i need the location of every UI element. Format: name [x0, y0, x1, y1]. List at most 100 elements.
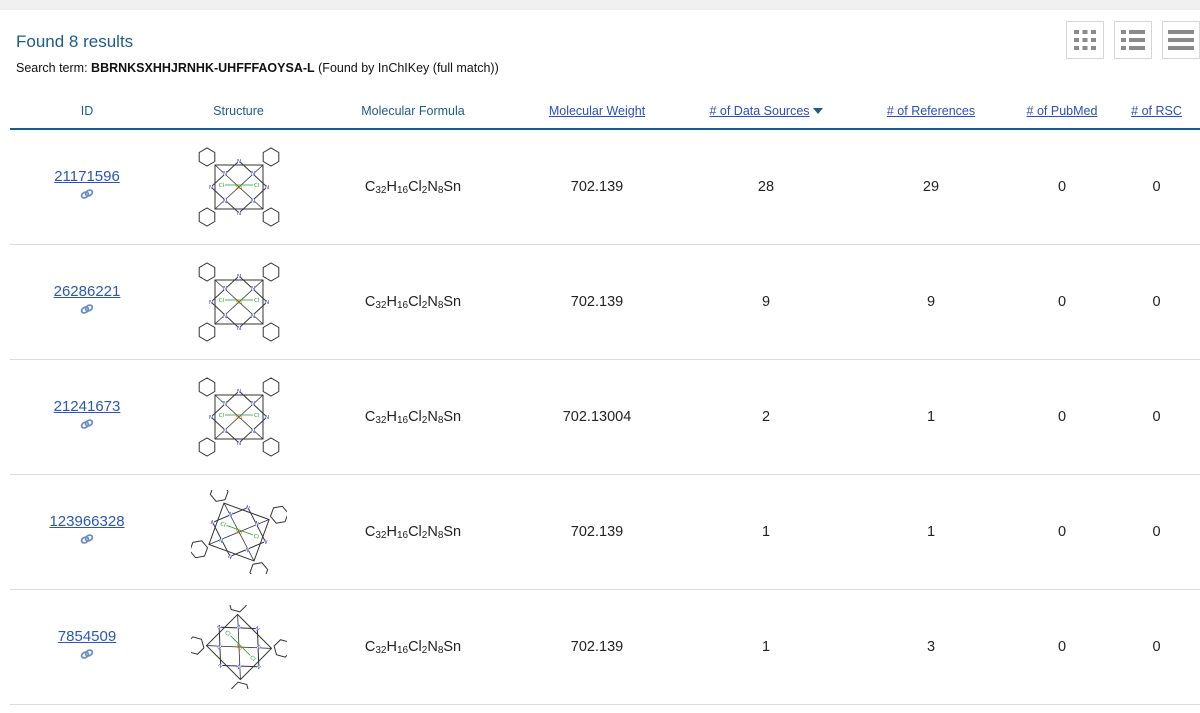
svg-text:Sn: Sn [234, 529, 243, 537]
svg-text:N: N [236, 274, 240, 280]
cell-id: 7854509 [10, 589, 164, 705]
svg-text:Cl: Cl [254, 413, 260, 419]
molecule-structure-icon: NNNNNNNNClClSn [190, 490, 287, 574]
cell-pubmed: 0 [1011, 359, 1113, 475]
chain-link-icon[interactable] [80, 188, 94, 200]
svg-text:Cl: Cl [219, 521, 227, 529]
svg-text:Cl: Cl [223, 630, 231, 638]
svg-text:N: N [234, 664, 241, 671]
cell-references: 9 [851, 244, 1011, 360]
list-view-button[interactable] [1114, 21, 1152, 59]
cell-references: 1 [851, 359, 1011, 475]
svg-text:Sn: Sn [235, 300, 242, 306]
svg-text:Cl: Cl [248, 655, 256, 663]
chain-link-icon[interactable] [80, 303, 94, 315]
svg-text:N: N [226, 554, 232, 561]
svg-text:N: N [250, 286, 254, 292]
list-view-icon [1121, 30, 1145, 50]
column-header-weight[interactable]: Molecular Weight [513, 93, 681, 130]
svg-text:Cl: Cl [254, 183, 260, 189]
table-row: 26286221 N N N N N N N N Cl Cl Sn C32H16Cl2N8Sn 702.1… [10, 244, 1200, 360]
svg-text:Sn: Sn [235, 185, 242, 191]
svg-text:N: N [214, 644, 221, 651]
svg-text:N: N [222, 199, 226, 205]
molecule-structure-icon: NNNNNNNNClClSn [198, 377, 279, 457]
svg-text:N: N [227, 511, 233, 518]
compound-id-link[interactable]: 7854509 [10, 628, 164, 645]
svg-text:N: N [262, 539, 268, 546]
svg-text:Cl: Cl [218, 413, 224, 419]
chain-link-icon[interactable] [80, 648, 94, 660]
svg-text:N: N [264, 415, 268, 421]
cell-pubmed: 0 [1011, 474, 1113, 590]
chain-link-icon[interactable] [80, 533, 94, 545]
results-count-title: Found 8 results [16, 32, 134, 51]
cell-structure[interactable]: N N N N N N N N Cl Cl Sn [164, 129, 313, 245]
svg-text:N: N [222, 171, 226, 177]
cell-pubmed: 0 [1011, 129, 1113, 245]
table-row: 21241673 N N N N N N N N Cl Cl Sn C32H16Cl2N8Sn 702.1… [10, 359, 1200, 475]
cell-references: 1 [851, 474, 1011, 590]
column-header-data-sources[interactable]: # of Data Sources [681, 93, 851, 130]
cell-rsc: 0 [1113, 589, 1200, 705]
cell-weight: 702.13004 [513, 359, 681, 475]
grid-view-button[interactable] [1066, 21, 1104, 59]
compound-id-link[interactable]: 26286221 [10, 283, 164, 300]
cell-rsc: 0 [1113, 129, 1200, 245]
cell-formula: C32H16Cl2N8Sn [313, 589, 513, 705]
cell-data-sources: 1 [681, 589, 851, 705]
cell-id: 26286221 [10, 244, 164, 360]
svg-text:Sn: Sn [235, 415, 242, 421]
cell-formula: C32H16Cl2N8Sn [313, 129, 513, 245]
svg-text:N: N [234, 624, 241, 631]
cell-data-sources: 28 [681, 129, 851, 245]
svg-text:Cl: Cl [218, 183, 224, 189]
cell-structure[interactable]: N N N N N N N N Cl Cl Sn [164, 244, 313, 360]
cell-structure[interactable]: N N N N N N N N Cl Cl Sn [164, 589, 313, 705]
cell-weight: 702.139 [513, 474, 681, 590]
cell-structure[interactable]: N N N N N N N N Cl Cl Sn [164, 474, 313, 590]
molecule-structure-icon: NNNNNNNNClClSn [198, 147, 279, 227]
table-row: 21171596 N N N N N N N N Cl Cl Sn C32H16Cl2N8Sn 702.1… [10, 129, 1200, 245]
compound-id-link[interactable]: 21171596 [10, 168, 164, 185]
svg-text:N: N [222, 429, 226, 435]
molecule-structure-icon: NNNNNNNNClClSn [190, 605, 287, 689]
svg-text:N: N [236, 326, 240, 332]
svg-text:N: N [222, 286, 226, 292]
cell-structure[interactable]: N N N N N N N N Cl Cl Sn [164, 359, 313, 475]
chain-link-icon[interactable] [80, 418, 94, 430]
cell-references: 3 [851, 589, 1011, 705]
svg-text:N: N [217, 538, 223, 545]
cell-weight: 702.139 [513, 244, 681, 360]
cell-id: 123966328 [10, 474, 164, 590]
table-row: 123966328 N N N N N N N N Cl Cl Sn C32H16Cl2N8Sn 702.… [10, 474, 1200, 590]
cell-formula: C32H16Cl2N8Sn [313, 359, 513, 475]
compact-list-button[interactable] [1162, 21, 1200, 59]
column-header-rsc[interactable]: # of RSC [1113, 93, 1200, 130]
cell-data-sources: 9 [681, 244, 851, 360]
svg-text:N: N [253, 626, 260, 633]
compound-id-link[interactable]: 123966328 [10, 513, 164, 530]
results-table: ID Structure Molecular Formula Molecular… [10, 93, 1200, 705]
svg-text:N: N [236, 389, 240, 395]
sort-descending-icon [812, 108, 823, 115]
compound-id-link[interactable]: 21241673 [10, 398, 164, 415]
cell-weight: 702.139 [513, 129, 681, 245]
svg-text:N: N [208, 415, 212, 421]
svg-text:N: N [250, 314, 254, 320]
grid-view-icon [1074, 30, 1096, 50]
search-term-label: Search term: [16, 61, 88, 75]
column-header-pubmed[interactable]: # of PubMed [1011, 93, 1113, 130]
cell-id: 21241673 [10, 359, 164, 475]
top-bar [0, 0, 1200, 10]
svg-text:N: N [254, 644, 261, 651]
svg-text:Sn: Sn [233, 643, 243, 653]
column-header-id: ID [10, 93, 164, 130]
column-header-references[interactable]: # of References [851, 93, 1011, 130]
cell-pubmed: 0 [1011, 589, 1113, 705]
cell-id: 21171596 [10, 129, 164, 245]
svg-text:N: N [244, 547, 250, 554]
search-term-line: Search term: BBRNKSXHHJRNHK-UHFFFAOYSA-L… [16, 61, 499, 75]
cell-rsc: 0 [1113, 474, 1200, 590]
cell-data-sources: 2 [681, 359, 851, 475]
